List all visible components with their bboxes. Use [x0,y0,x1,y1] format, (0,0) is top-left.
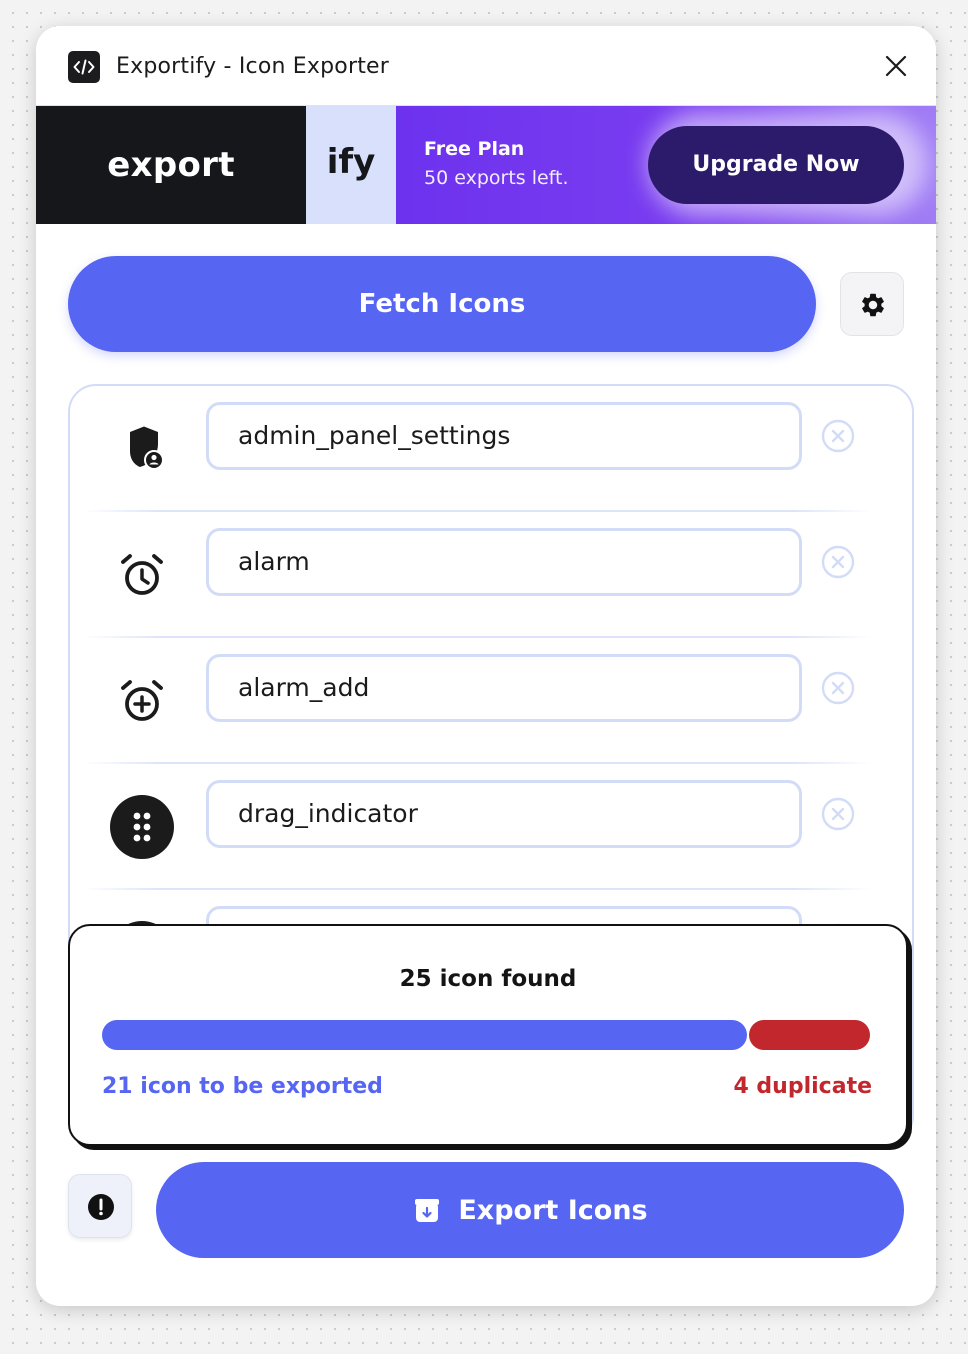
plan-info: Free Plan 50 exports left. Upgrade Now [396,106,936,224]
upgrade-now-button[interactable]: Upgrade Now [648,126,904,204]
list-item: alarm_add [70,638,912,764]
logo-export: export [36,106,306,224]
info-button[interactable] [68,1174,132,1238]
remove-button[interactable] [820,796,856,832]
export-button-content: Export Icons [156,1162,904,1258]
plan-banner: export ify Free Plan 50 exports left. Up… [36,106,936,224]
drag-indicator-icon [110,795,174,859]
list-item: admin_panel_settings [70,386,912,512]
icons-found-count: 25 icon found [399,966,577,992]
remove-button[interactable] [820,418,856,454]
gear-icon [862,293,884,317]
remove-button[interactable] [820,544,856,580]
window-title: Exportify - Icon Exporter [116,54,390,79]
icon-name-input[interactable]: alarm_add [206,654,802,722]
close-icon [885,55,907,77]
export-progress-bar [102,1020,870,1050]
alarm-add-icon [110,669,174,733]
close-circle-icon [821,671,855,705]
logo-ify: ify [306,106,396,224]
close-circle-icon [821,419,855,453]
progress-export-segment [102,1020,747,1050]
admin-panel-settings-icon [110,417,174,481]
alarm-icon [110,543,174,607]
close-circle-icon [821,797,855,831]
close-button[interactable] [882,52,910,80]
export-icons-button[interactable]: Export Icons [156,1162,904,1258]
progress-duplicate-segment [749,1020,870,1050]
code-icon [68,51,100,83]
plan-subtitle: 50 exports left. [424,167,569,189]
settings-button[interactable] [840,272,904,336]
export-count: 21 icon to be exported [102,1074,383,1099]
archive-download-icon [412,1195,442,1225]
remove-button[interactable] [820,670,856,706]
fetch-icons-button[interactable]: Fetch Icons [68,256,816,352]
duplicate-count: 4 duplicate [733,1074,872,1099]
close-circle-icon [821,545,855,579]
exporter-window: Exportify - Icon Exporter export ify Fre… [36,26,936,1306]
summary-card: 25 icon found 21 icon to be exported 4 d… [68,924,908,1146]
title-bar: Exportify - Icon Exporter [36,26,936,106]
plan-title: Free Plan [424,138,525,160]
icon-name-input[interactable]: drag_indicator [206,780,802,848]
list-item: alarm [70,512,912,638]
exclamation-icon [88,1194,114,1220]
icon-name-input[interactable]: admin_panel_settings [206,402,802,470]
list-item: drag_indicator [70,764,912,890]
export-icons-label: Export Icons [458,1194,648,1226]
icon-name-input[interactable]: alarm [206,528,802,596]
